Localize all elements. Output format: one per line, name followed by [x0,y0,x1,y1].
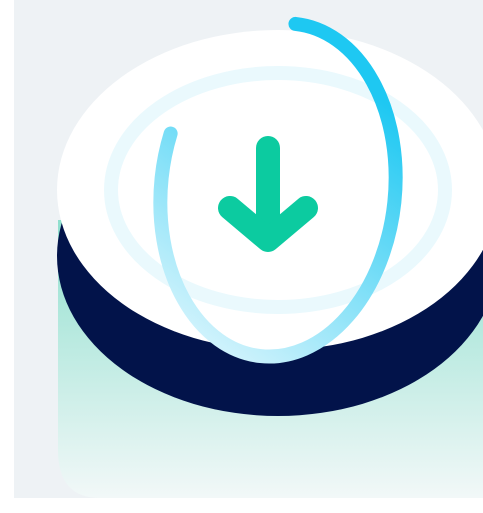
download-disc-graphic [14,0,483,498]
download-illustration [0,0,483,513]
illustration-background [14,0,483,498]
